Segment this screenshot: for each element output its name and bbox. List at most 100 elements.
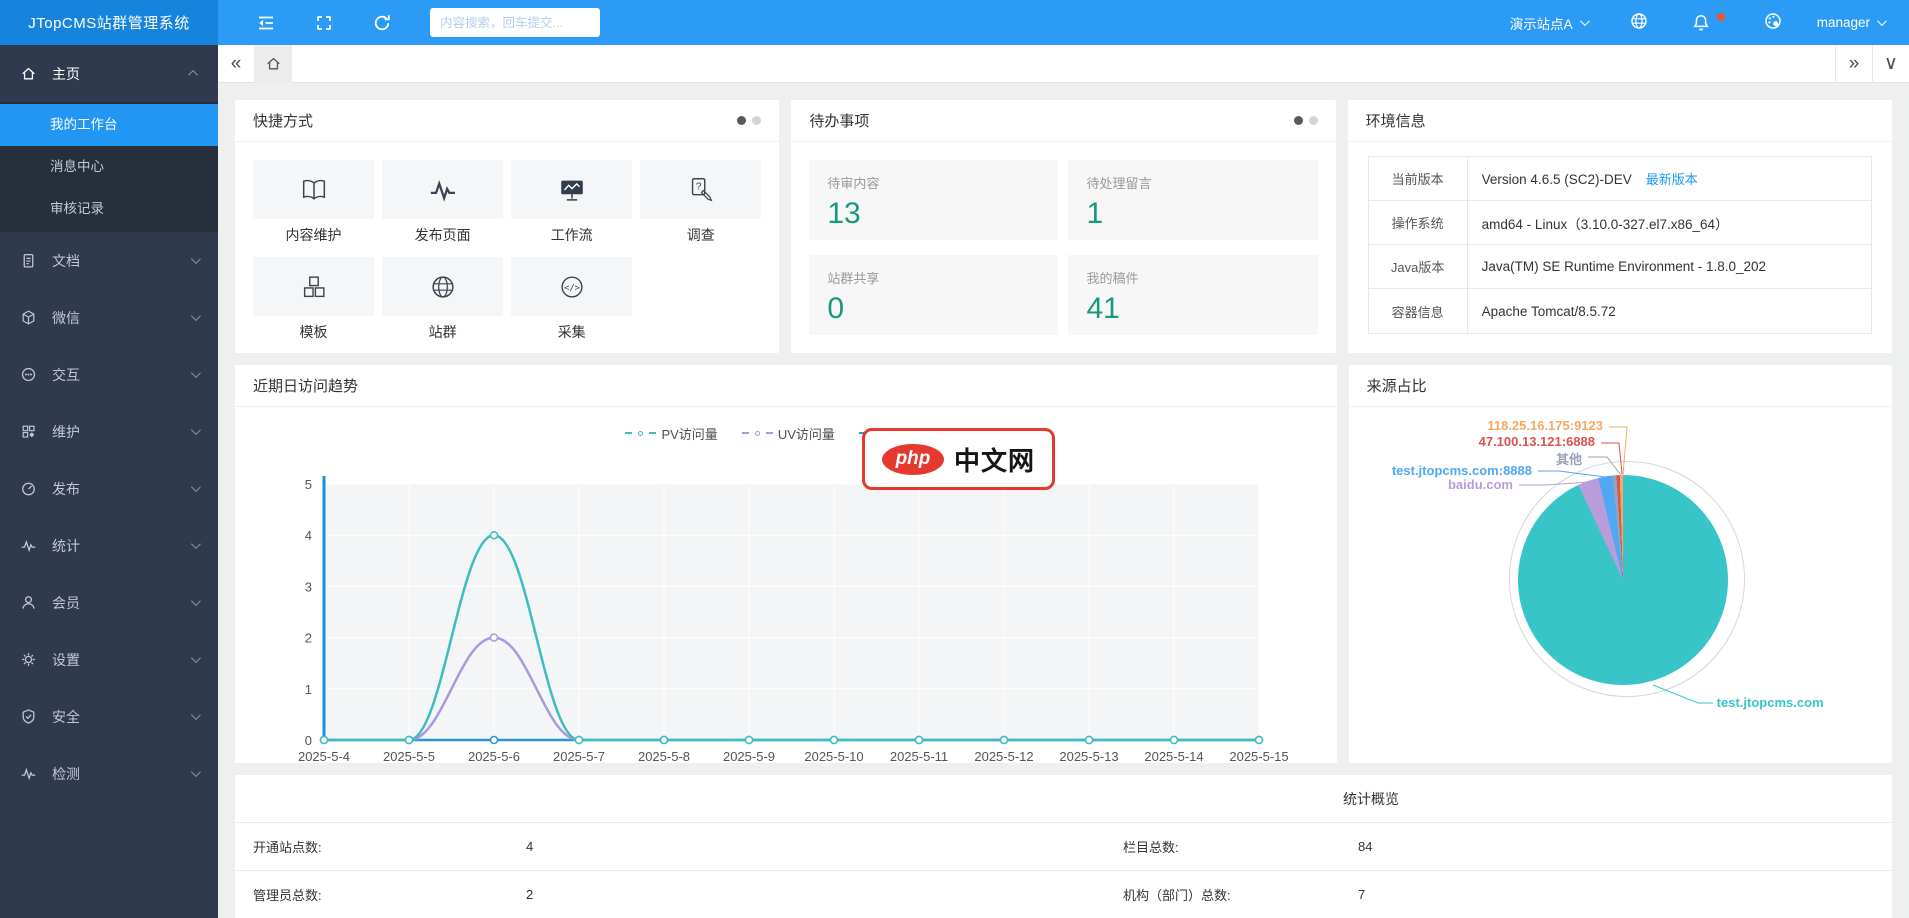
- env-value: Apache Tomcat/8.5.72: [1468, 304, 1616, 319]
- fullscreen-icon: [314, 13, 334, 33]
- stat-label: 机构（部门）总数:: [1123, 885, 1358, 904]
- carousel-dot[interactable]: [1309, 116, 1318, 125]
- shortcut-content-maintenance[interactable]: 内容维护: [253, 160, 374, 245]
- theme-button[interactable]: [1763, 11, 1783, 34]
- pie-label: test.jtopcms.com: [1717, 695, 1824, 710]
- sidebar-item-message-center[interactable]: 消息中心: [0, 146, 218, 188]
- watermark-badge: php 中文网: [862, 428, 1055, 490]
- svg-text:2025-5-7: 2025-5-7: [553, 749, 605, 761]
- carousel-dot-active[interactable]: [1294, 116, 1303, 125]
- todo-value: 41: [1086, 292, 1299, 326]
- todo-pending-messages[interactable]: 待处理留言1: [1068, 160, 1317, 240]
- stat-label: 栏目总数:: [1123, 837, 1358, 856]
- svg-text:0: 0: [305, 733, 312, 748]
- sidebar-item-monitor[interactable]: 检测: [0, 745, 218, 802]
- sidebar-item-member[interactable]: 会员: [0, 574, 218, 631]
- sidebar-item-statistics[interactable]: 统计: [0, 517, 218, 574]
- carousel-dot[interactable]: [752, 116, 761, 125]
- todo-value: 13: [827, 197, 1040, 231]
- tabs-scroll-left-button[interactable]: «: [218, 45, 254, 83]
- svg-text:2: 2: [305, 631, 312, 646]
- env-label: Java版本: [1369, 245, 1468, 288]
- legend-item-uv[interactable]: UV访问量: [742, 423, 835, 443]
- sidebar-item-document[interactable]: 文档: [0, 232, 218, 289]
- tabs-menu-button[interactable]: ∨: [1872, 45, 1909, 83]
- pie-label: 其他: [1556, 449, 1582, 468]
- pie-label: 118.25.16.175:9123: [1487, 418, 1603, 433]
- shortcut-survey[interactable]: 调查: [640, 160, 761, 245]
- sidebar-item-label: 安全: [52, 707, 80, 727]
- todo-my-drafts[interactable]: 我的稿件41: [1068, 255, 1317, 335]
- svg-text:2025-5-5: 2025-5-5: [383, 749, 435, 761]
- pie-chart-card: 来源占比 118.25.16.175:9123 47.100.13.121:68…: [1349, 365, 1892, 763]
- fullscreen-button[interactable]: [314, 13, 334, 33]
- shortcut-template[interactable]: 模板: [253, 257, 374, 342]
- stat-value: 84: [1358, 839, 1892, 854]
- sidebar-item-maintenance[interactable]: 维护: [0, 403, 218, 460]
- modules-icon: [20, 423, 37, 440]
- todo-site-shares[interactable]: 站群共享0: [809, 255, 1058, 335]
- sidebar-item-label: 维护: [52, 422, 80, 442]
- sidebar-item-label: 主页: [52, 64, 80, 84]
- chevron-down-icon: [1877, 16, 1887, 26]
- language-button[interactable]: [1629, 11, 1649, 34]
- svg-text:2025-5-10: 2025-5-10: [804, 749, 863, 761]
- sidebar-item-publish[interactable]: 发布: [0, 460, 218, 517]
- svg-text:2025-5-11: 2025-5-11: [890, 749, 948, 761]
- refresh-button[interactable]: [372, 13, 392, 33]
- sidebar-item-workbench[interactable]: 我的工作台: [0, 104, 218, 146]
- sidebar-item-wechat[interactable]: 微信: [0, 289, 218, 346]
- shortcut-publish-page[interactable]: 发布页面: [382, 160, 503, 245]
- chevron-down-icon: [191, 653, 201, 663]
- chevron-down-icon: [191, 482, 201, 492]
- sidebar-item-security[interactable]: 安全: [0, 688, 218, 745]
- site-selector[interactable]: 演示站点A: [1510, 13, 1587, 33]
- sidebar-item-home[interactable]: 主页: [0, 45, 218, 102]
- shortcut-workflow[interactable]: 工作流: [511, 160, 632, 245]
- tabs-scroll-right-button[interactable]: »: [1835, 45, 1872, 83]
- shortcut-sites[interactable]: 站群: [382, 257, 503, 342]
- home-icon: [20, 65, 37, 82]
- collapse-sidebar-button[interactable]: [256, 13, 276, 33]
- env-value: amd64 - Linux（3.10.0-327.el7.x86_64）: [1468, 213, 1729, 233]
- legend-label: PV访问量: [661, 424, 717, 443]
- gear-icon: [20, 651, 37, 668]
- latest-version-link[interactable]: 最新版本: [1646, 172, 1698, 187]
- table-row: Java版本 Java(TM) SE Runtime Environment -…: [1369, 245, 1871, 289]
- sidebar-item-label: 设置: [52, 650, 80, 670]
- legend-marker: [755, 431, 760, 436]
- sidebar-item-interaction[interactable]: 交互: [0, 346, 218, 403]
- pie-label: baidu.com: [1448, 477, 1513, 492]
- todo-label: 站群共享: [827, 268, 1040, 287]
- search-input[interactable]: [430, 8, 600, 37]
- sidebar-item-label: 发布: [52, 479, 80, 499]
- collapse-icon: [256, 13, 276, 33]
- username: manager: [1817, 15, 1870, 30]
- env-value: Version 4.6.5 (SC2)-DEV最新版本: [1468, 169, 1698, 188]
- pulse-icon: [20, 537, 37, 554]
- notifications-button[interactable]: [1691, 13, 1711, 33]
- document-icon: [20, 252, 37, 269]
- table-row: 当前版本 Version 4.6.5 (SC2)-DEV最新版本: [1369, 157, 1871, 201]
- sidebar-item-settings[interactable]: 设置: [0, 631, 218, 688]
- todo-pending-content[interactable]: 待审内容13: [809, 160, 1058, 240]
- table-row: 开通站点数: 4 栏目总数: 84: [235, 823, 1892, 871]
- todo-title: 待办事项: [809, 110, 869, 131]
- environment-title: 环境信息: [1366, 110, 1426, 131]
- tab-home[interactable]: [254, 45, 292, 83]
- svg-text:3: 3: [305, 579, 312, 594]
- sidebar-item-audit-log[interactable]: 审核记录: [0, 188, 218, 230]
- svg-text:2025-5-6: 2025-5-6: [468, 749, 520, 761]
- environment-card: 环境信息 当前版本 Version 4.6.5 (SC2)-DEV最新版本 操作…: [1348, 100, 1892, 353]
- shortcut-collect[interactable]: 采集: [511, 257, 632, 342]
- tile-label: 模板: [253, 322, 374, 342]
- user-menu[interactable]: manager: [1817, 15, 1884, 30]
- cube-icon: [20, 309, 37, 326]
- carousel-dot-active[interactable]: [737, 116, 746, 125]
- main-content: 快捷方式 内容维护 发布页面 工作流 调查 模板 站群 采集 待办事项 待审内容…: [218, 83, 1909, 918]
- env-label: 操作系统: [1369, 201, 1468, 244]
- user-icon: [20, 594, 37, 611]
- legend-marker: [625, 432, 632, 434]
- legend-item-pv[interactable]: PV访问量: [625, 423, 717, 443]
- palette-icon: [1763, 11, 1783, 31]
